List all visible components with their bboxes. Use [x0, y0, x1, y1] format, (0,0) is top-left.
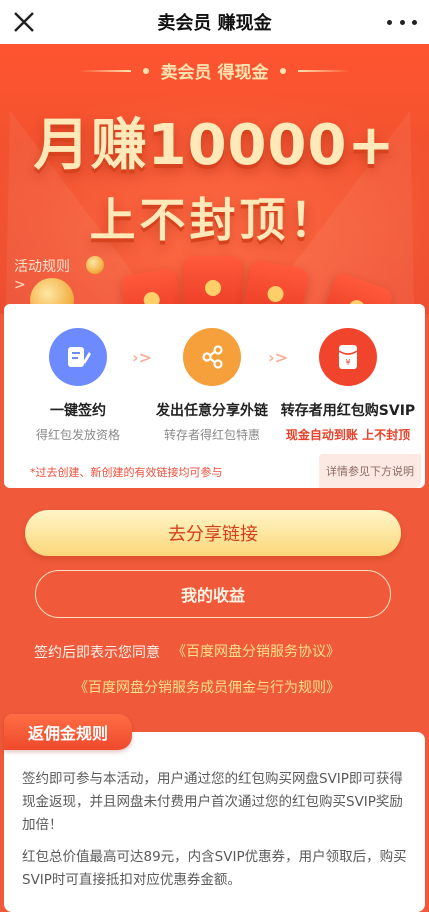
- service-agreement-link[interactable]: 《百度网盘分销服务协议》: [172, 642, 340, 663]
- step-buy: ¥ 转存者用红包购SVIP 现金自动到账 上不封顶: [278, 328, 418, 443]
- rules-card: 签约即可参与本活动，用户通过您的红包购买网盘SVIP即可获得现金返现，并且网盘未…: [4, 732, 425, 912]
- details-chip[interactable]: 详情参见下方说明: [319, 454, 421, 488]
- step-desc: 现金自动到账 上不封顶: [285, 428, 411, 442]
- step-name: 一键签约: [50, 403, 106, 419]
- step-desc: 得红包发放资格: [35, 428, 120, 442]
- hero-subline: 上不封顶！: [89, 193, 340, 247]
- step-share: 发出任意分享外链 转存者得红包特惠: [142, 328, 282, 443]
- step-name: 发出任意分享外链: [156, 403, 268, 419]
- more-icon[interactable]: [387, 8, 417, 36]
- share-link-button[interactable]: 去分享链接: [25, 510, 401, 556]
- steps-card: 一键签约 得红包发放资格 ›> 发出任意分享外链 转存者得红包特惠 ›> ¥ 转…: [4, 304, 425, 488]
- step-sign: 一键签约 得红包发放资格: [8, 328, 148, 443]
- red-envelope-icon: ¥: [319, 328, 377, 386]
- page-title: 卖会员 赚现金: [157, 13, 272, 34]
- coin-icon: [86, 256, 104, 274]
- step-name: 转存者用红包购SVIP: [280, 403, 416, 419]
- contract-icon: [49, 328, 107, 386]
- commission-rules-link[interactable]: 《百度网盘分销服务成员佣金与行为规则》: [74, 678, 344, 699]
- my-earnings-button[interactable]: 我的收益: [35, 570, 391, 618]
- share-icon: [183, 328, 241, 386]
- agreement-text: 签约后即表示您同意: [34, 645, 160, 661]
- step-desc: 转存者得红包特惠: [163, 428, 260, 442]
- hero-tag: 卖会员 得现金: [0, 58, 429, 83]
- hero-banner: 卖会员 得现金 月赚10000+ 上不封顶！ 活动规则 >: [0, 44, 429, 314]
- close-icon[interactable]: [8, 6, 40, 38]
- svg-text:¥: ¥: [345, 358, 350, 367]
- notice-text: *过去创建、新创建的有效链接均可参与: [30, 466, 223, 479]
- hero-headline: 月赚10000+: [33, 113, 396, 178]
- rules-paragraph: 签约即可参与本活动，用户通过您的红包购买网盘SVIP即可获得现金返现，并且网盘未…: [22, 771, 403, 833]
- rules-paragraph: 红包总价值最高可达89元，内含SVIP优惠券，用户领取后，购买SVIP时可直接抵…: [22, 849, 407, 888]
- activity-rules-link[interactable]: 活动规则 >: [14, 258, 70, 294]
- rules-tab: 返佣金规则: [4, 714, 132, 750]
- hero-tag-text: 卖会员 得现金: [160, 63, 269, 83]
- top-bar: 卖会员 赚现金: [0, 0, 429, 44]
